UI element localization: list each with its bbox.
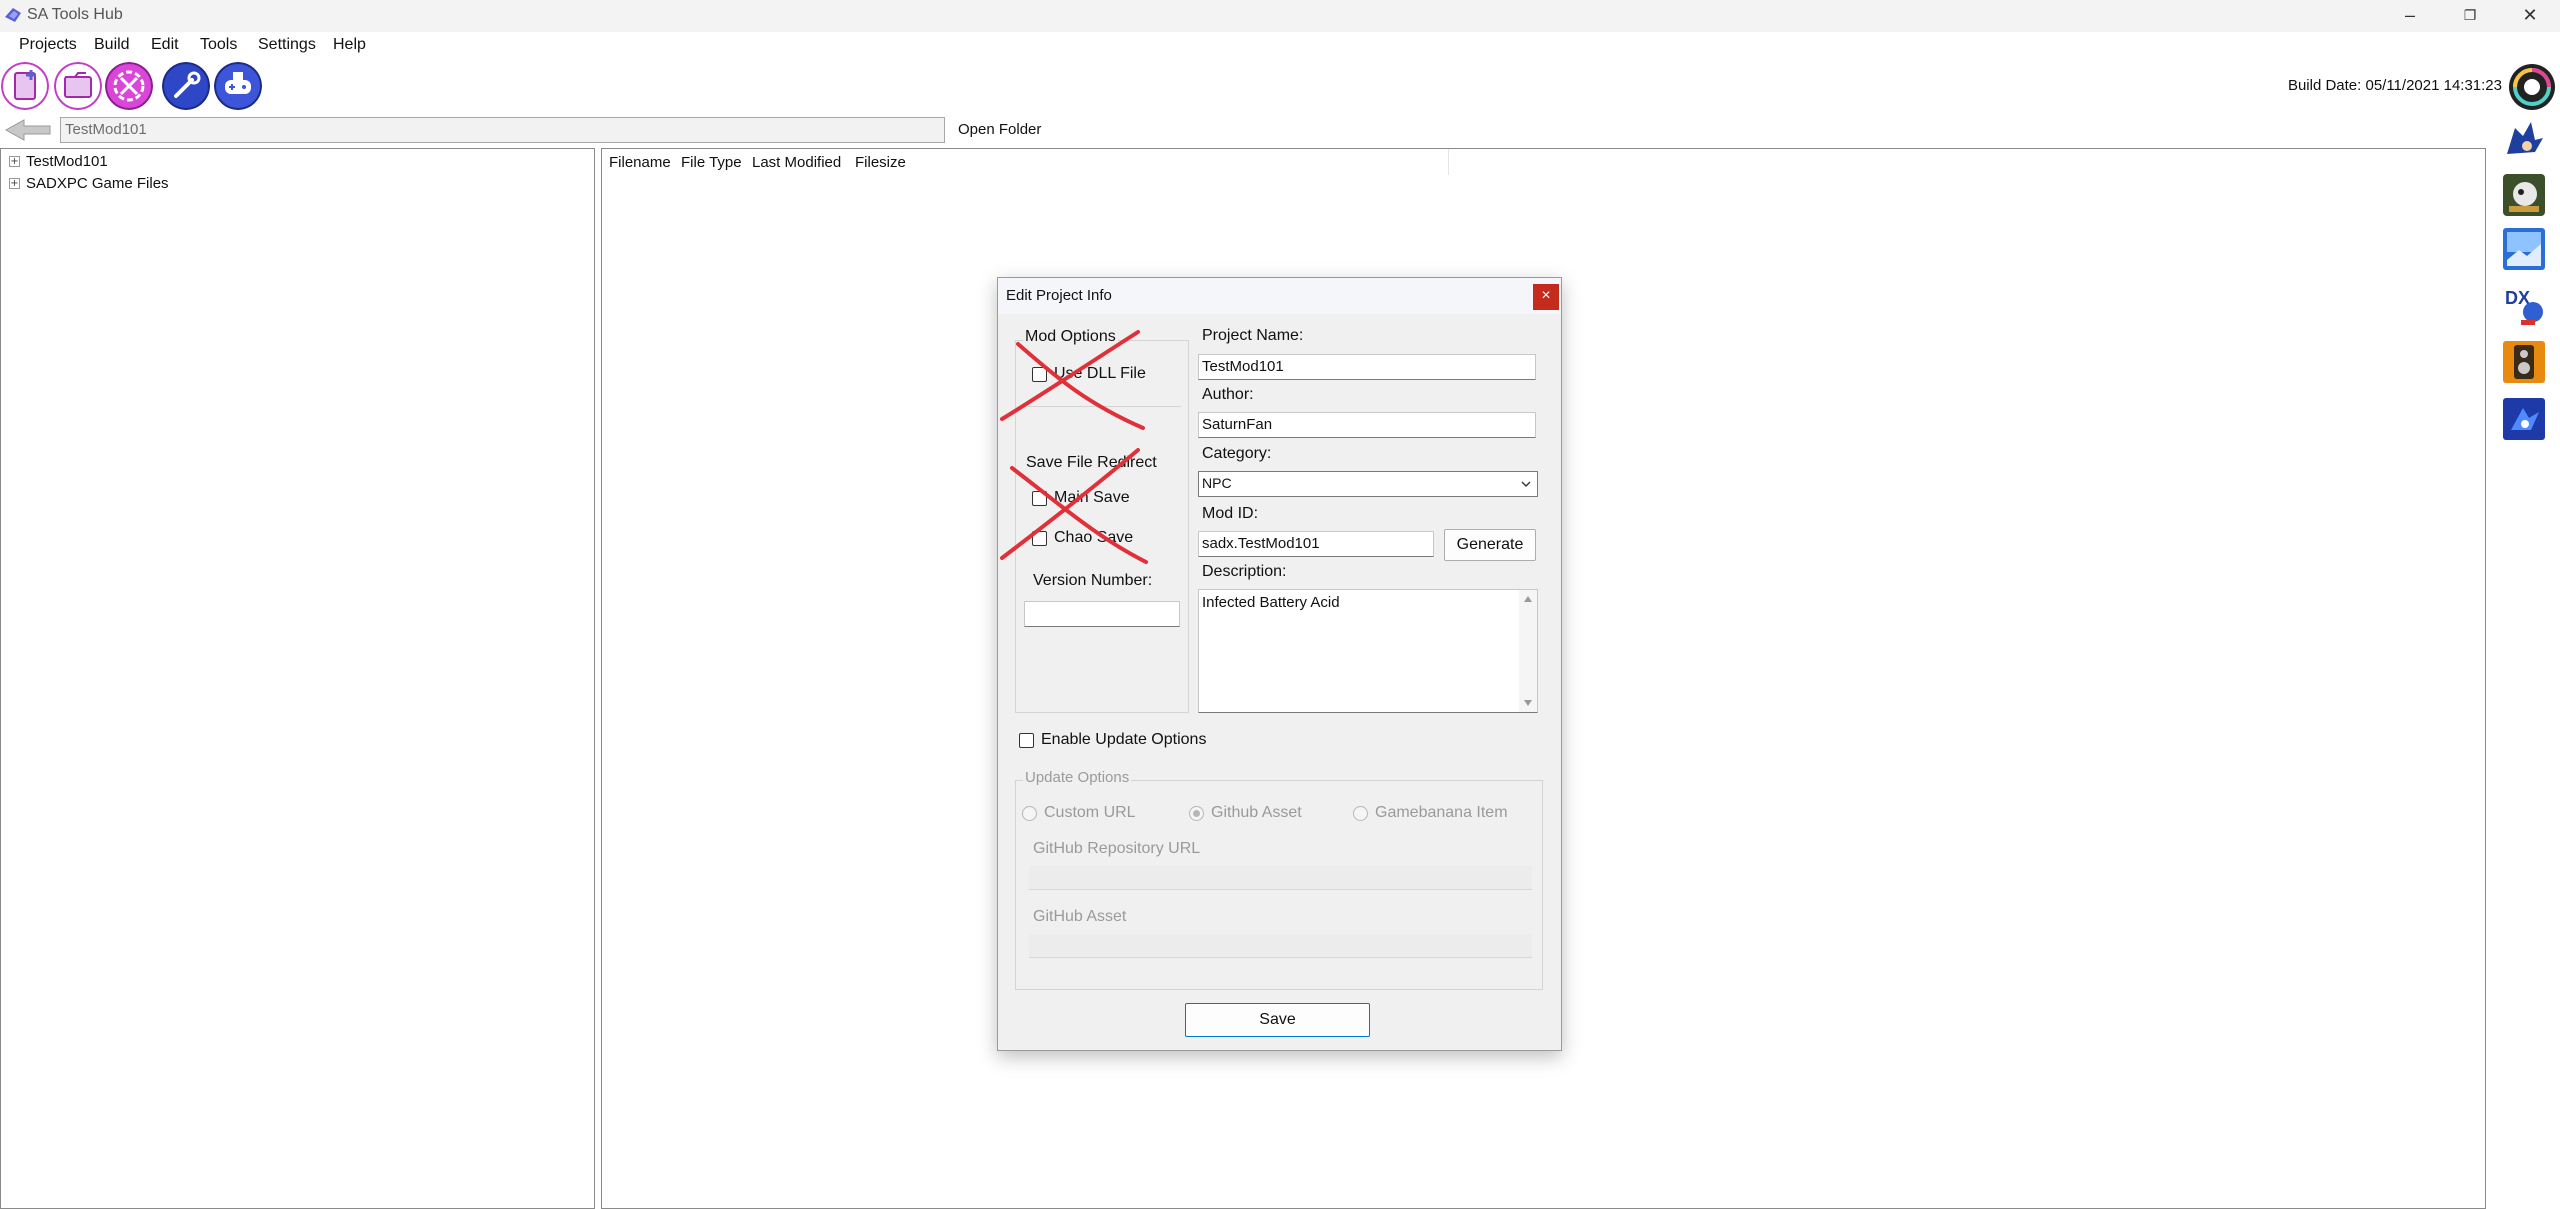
minimize-button[interactable]: – [2380, 0, 2440, 32]
tree-item-label: TestMod101 [26, 153, 108, 170]
expand-icon[interactable]: + [9, 156, 20, 167]
mod-options-group [1015, 340, 1189, 713]
tree-item-label: SADXPC Game Files [26, 175, 169, 192]
title-bar: SA Tools Hub – ❐ ✕ [0, 0, 2560, 32]
open-folder-button[interactable]: Open Folder [958, 121, 1041, 138]
column-last-modified[interactable]: Last Modified [752, 154, 841, 171]
tree-item[interactable]: + TestMod101 [9, 153, 108, 170]
menu-bar: Projects Build Edit Tools Settings Help [0, 32, 2560, 60]
sonic-icon[interactable] [2501, 118, 2547, 164]
window-title: SA Tools Hub [27, 6, 123, 23]
game-icon[interactable] [2501, 172, 2547, 218]
menu-tools[interactable]: Tools [200, 36, 237, 54]
sonic-blue-icon[interactable] [2501, 396, 2547, 442]
gamebanana-radio[interactable] [1353, 806, 1368, 821]
version-label: Version Number: [1033, 572, 1153, 589]
custom-url-label: Custom URL [1044, 804, 1136, 821]
category-value: NPC [1202, 475, 1232, 491]
dialog-title: Edit Project Info [1006, 287, 1112, 304]
divider [1028, 406, 1181, 407]
chevron-down-icon [1521, 481, 1531, 487]
save-button[interactable]: Save [1185, 1003, 1370, 1037]
github-asset-input[interactable] [1029, 934, 1532, 958]
hub-logo-icon [2509, 64, 2555, 110]
github-asset-radio[interactable] [1189, 806, 1204, 821]
column-filesize[interactable]: Filesize [855, 154, 906, 171]
build-date-text: Build Date: 05/11/2021 14:31:23 [2287, 77, 2502, 94]
texture-icon[interactable] [2501, 226, 2547, 272]
custom-url-radio[interactable] [1022, 806, 1037, 821]
scroll-down-icon[interactable] [1524, 700, 1532, 706]
github-asset-field-label: GitHub Asset [1033, 908, 1127, 925]
main-save-checkbox[interactable] [1032, 491, 1047, 506]
gamebanana-label: Gamebanana Item [1375, 804, 1508, 821]
back-arrow-icon[interactable] [4, 117, 54, 143]
dialog-close-button[interactable]: × [1533, 284, 1559, 310]
path-field[interactable]: TestMod101 [60, 117, 945, 143]
mod-options-legend: Mod Options [1023, 328, 1118, 346]
column-filename[interactable]: Filename [609, 154, 671, 171]
menu-build[interactable]: Build [94, 36, 130, 54]
project-name-label: Project Name: [1202, 327, 1304, 344]
repo-url-label: GitHub Repository URL [1033, 840, 1201, 857]
category-select[interactable]: NPC [1198, 471, 1538, 497]
repo-url-input[interactable] [1029, 866, 1532, 890]
author-label: Author: [1202, 386, 1254, 403]
new-project-icon[interactable] [1, 62, 49, 110]
main-save-label: Main Save [1054, 489, 1130, 506]
mod-id-input[interactable]: sadx.TestMod101 [1198, 531, 1434, 557]
description-label: Description: [1202, 563, 1287, 580]
author-input[interactable]: SaturnFan [1198, 412, 1536, 438]
chao-save-label: Chao Save [1054, 529, 1134, 546]
close-window-button[interactable]: ✕ [2500, 0, 2560, 32]
column-separator [1448, 149, 1449, 175]
scroll-up-icon[interactable] [1524, 596, 1532, 602]
github-asset-label: Github Asset [1211, 804, 1302, 821]
wrench-icon[interactable] [162, 62, 210, 110]
update-options-legend: Update Options [1023, 769, 1132, 786]
use-dll-checkbox[interactable] [1032, 367, 1047, 382]
menu-projects[interactable]: Projects [19, 36, 77, 54]
generate-button[interactable]: Generate [1444, 529, 1536, 561]
speaker-icon[interactable] [2501, 339, 2547, 385]
menu-help[interactable]: Help [333, 36, 366, 54]
project-tree[interactable]: + TestMod101 + SADXPC Game Files [0, 148, 595, 1209]
controller-icon[interactable] [214, 62, 262, 110]
tools-icon[interactable] [105, 62, 153, 110]
open-project-icon[interactable] [54, 62, 102, 110]
enable-update-checkbox[interactable] [1019, 733, 1034, 748]
restore-button[interactable]: ❐ [2440, 0, 2500, 32]
app-logo-icon [5, 8, 21, 22]
version-input[interactable] [1024, 601, 1180, 627]
sadx-icon[interactable]: DX [2501, 282, 2547, 328]
expand-icon[interactable]: + [9, 178, 20, 189]
column-file-type[interactable]: File Type [681, 154, 742, 171]
category-label: Category: [1202, 445, 1272, 462]
scrollbar[interactable] [1519, 590, 1537, 712]
description-text: Infected Battery Acid [1202, 594, 1340, 611]
description-textarea[interactable]: Infected Battery Acid [1198, 589, 1538, 713]
project-name-input[interactable]: TestMod101 [1198, 354, 1536, 380]
chao-save-checkbox[interactable] [1032, 531, 1047, 546]
edit-project-dialog: Edit Project Info × Mod Options Use DLL … [997, 277, 1562, 1051]
menu-edit[interactable]: Edit [151, 36, 179, 54]
menu-settings[interactable]: Settings [258, 36, 316, 54]
use-dll-label: Use DLL File [1054, 365, 1146, 382]
enable-update-label: Enable Update Options [1041, 731, 1207, 748]
mod-id-label: Mod ID: [1202, 505, 1259, 522]
tree-item[interactable]: + SADXPC Game Files [9, 175, 169, 192]
save-redirect-label: Save File Redirect [1026, 454, 1157, 471]
